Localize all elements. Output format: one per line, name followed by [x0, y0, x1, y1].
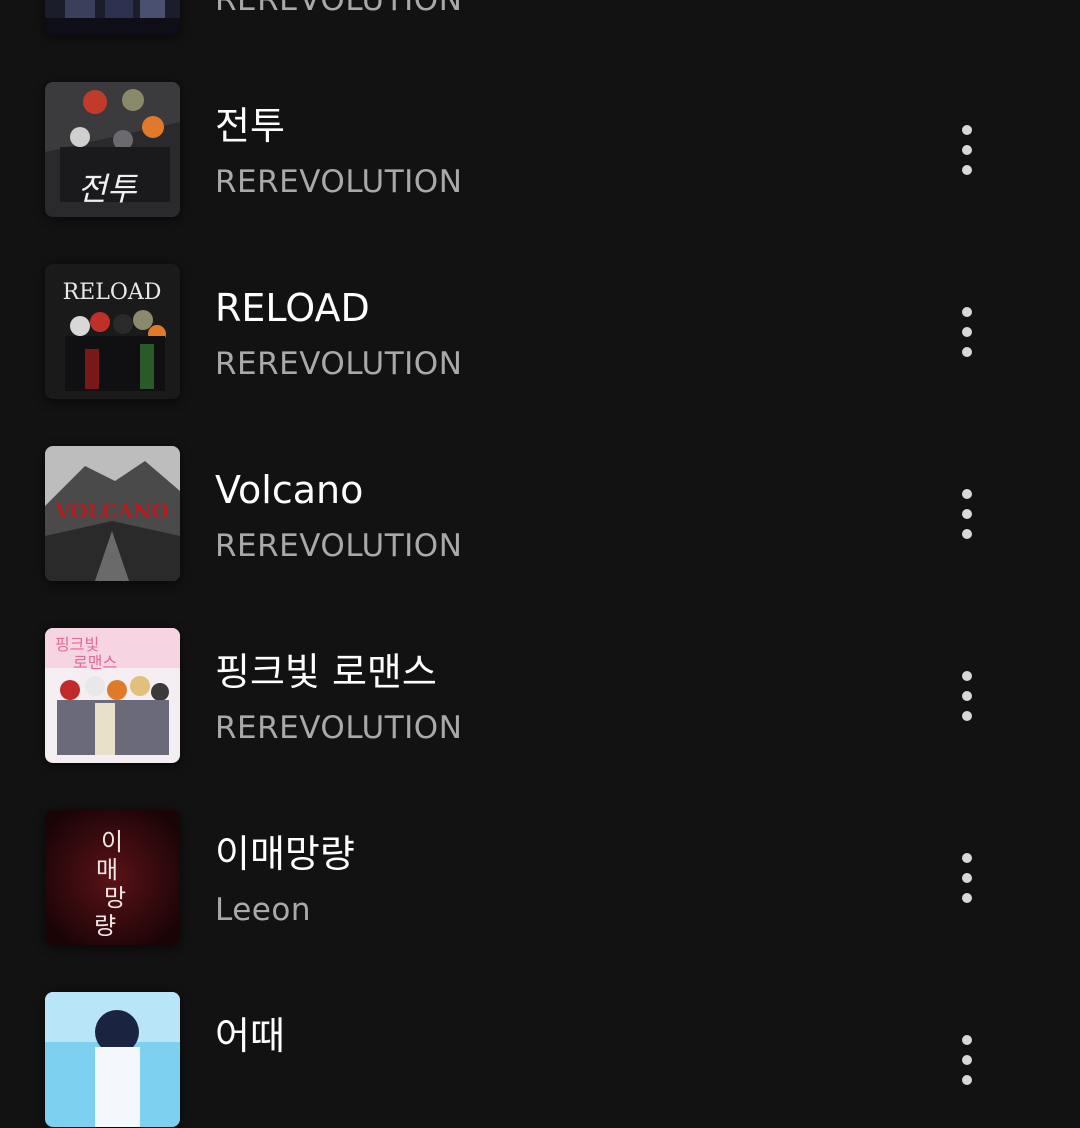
more-options-icon[interactable] [940, 656, 994, 736]
dot [962, 489, 972, 499]
album-cover-art: 이 매 망 량 [45, 810, 180, 945]
dot [962, 509, 972, 519]
svg-text:망: 망 [104, 884, 126, 912]
track-artist: REREVOLUTION [215, 0, 463, 18]
dot [962, 327, 972, 337]
track-artist: REREVOLUTION [215, 346, 463, 382]
album-cover-art: 핑크빛 로맨스 [45, 628, 180, 763]
dot [962, 1055, 972, 1065]
dot [962, 873, 972, 883]
track-row[interactable]: 이 매 망 량 이매망량 Leeon [0, 810, 1080, 946]
dot [962, 1035, 972, 1045]
svg-text:RELOAD: RELOAD [63, 280, 162, 305]
svg-text:매: 매 [96, 856, 118, 884]
dot [962, 145, 972, 155]
album-cover-art [45, 0, 180, 35]
dot [962, 165, 972, 175]
album-cover[interactable]: 이 매 망 량 [45, 810, 180, 945]
album-cover-art [45, 992, 180, 1127]
more-options-icon[interactable] [940, 838, 994, 918]
more-options-icon[interactable] [940, 110, 994, 190]
track-title: 핑크빛 로맨스 [215, 650, 437, 694]
track-title: 이매망량 [215, 832, 355, 876]
track-title: 전투 [215, 104, 285, 148]
more-options-icon[interactable] [940, 1020, 994, 1100]
album-cover-art: RELOAD [45, 264, 180, 399]
dot [962, 853, 972, 863]
dot [962, 893, 972, 903]
svg-text:로맨스: 로맨스 [73, 653, 117, 672]
dot [962, 529, 972, 539]
more-options-icon[interactable] [940, 292, 994, 372]
track-list: REREVOLUTION 전투 전투 REREVOLUTION RELOAD R… [0, 0, 1080, 1127]
svg-text:이: 이 [101, 828, 123, 856]
album-cover[interactable]: RELOAD [45, 264, 180, 399]
svg-text:량: 량 [94, 912, 116, 940]
dot [962, 691, 972, 701]
dot [962, 1075, 972, 1085]
dot [962, 347, 972, 357]
track-row[interactable]: REREVOLUTION [0, 0, 1080, 36]
svg-text:VOLCANO: VOLCANO [54, 499, 169, 523]
album-cover[interactable]: 핑크빛 로맨스 [45, 628, 180, 763]
track-row[interactable]: RELOAD RELOAD REREVOLUTION [0, 264, 1080, 400]
track-title: 어때 [215, 1014, 285, 1058]
track-artist: REREVOLUTION [215, 164, 463, 200]
album-cover-art: 전투 [45, 82, 180, 217]
dot [962, 307, 972, 317]
track-row[interactable]: 전투 전투 REREVOLUTION [0, 82, 1080, 218]
track-artist: REREVOLUTION [215, 528, 463, 564]
dot [962, 125, 972, 135]
track-title: RELOAD [215, 286, 370, 330]
track-artist: REREVOLUTION [215, 710, 463, 746]
album-cover[interactable]: VOLCANO [45, 446, 180, 581]
track-row[interactable]: 핑크빛 로맨스 핑크빛 로맨스 REREVOLUTION [0, 628, 1080, 764]
album-cover[interactable] [45, 992, 180, 1127]
album-cover-art: VOLCANO [45, 446, 180, 581]
track-row[interactable]: VOLCANO Volcano REREVOLUTION [0, 446, 1080, 582]
track-artist: Leeon [215, 892, 311, 928]
svg-text:핑크빛: 핑크빛 [55, 635, 99, 654]
dot [962, 671, 972, 681]
album-cover[interactable]: 전투 [45, 82, 180, 217]
dot [962, 711, 972, 721]
track-row[interactable]: 어때 [0, 992, 1080, 1128]
svg-text:전투: 전투 [78, 170, 138, 208]
album-cover[interactable] [45, 0, 180, 35]
more-options-icon[interactable] [940, 474, 994, 554]
track-title: Volcano [215, 468, 364, 512]
